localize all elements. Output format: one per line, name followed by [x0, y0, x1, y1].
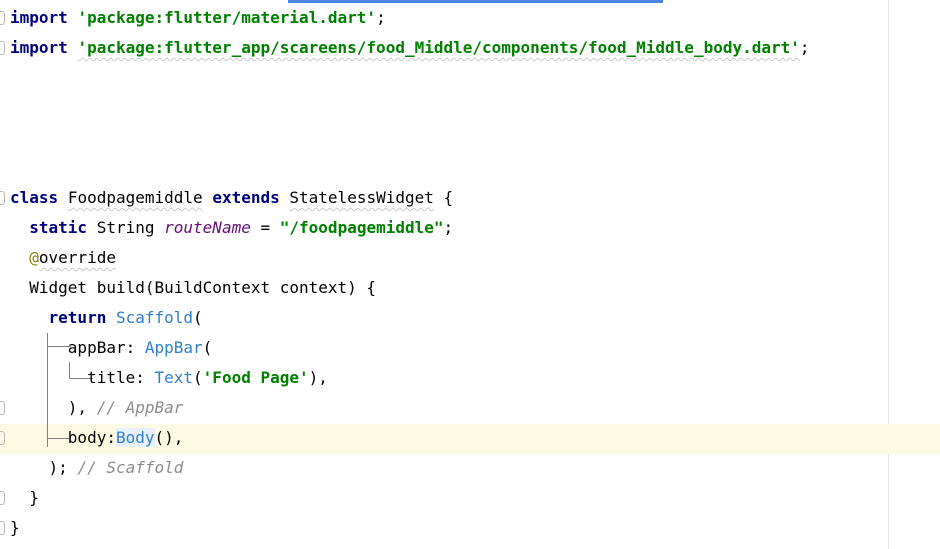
keyword-extends: extends: [212, 188, 280, 207]
open-paren: (: [193, 308, 203, 327]
code-line-body[interactable]: body:Body(),: [10, 423, 183, 453]
code-line-appbar-close[interactable]: ), // AppBar: [10, 393, 184, 423]
code-line-title[interactable]: title: Text('Food Page'),: [10, 363, 328, 393]
import-path: 'package:flutter_app/scareens/food_Middl…: [77, 38, 800, 57]
keyword-import: import: [10, 38, 68, 57]
semicolon: ;: [443, 218, 454, 237]
code-editor[interactable]: import 'package:flutter/material.dart'; …: [0, 0, 940, 549]
widget-scaffold: Scaffold: [115, 308, 194, 327]
semicolon: ;: [376, 8, 386, 27]
prop-title: title:: [87, 368, 155, 387]
code-line-import-material[interactable]: import 'package:flutter/material.dart';: [10, 3, 386, 33]
code-line-override[interactable]: @override: [10, 243, 116, 273]
close-brace: }: [29, 488, 39, 507]
fold-marker-icon[interactable]: [0, 491, 7, 505]
annotation-override: override: [38, 248, 116, 267]
import-path: 'package:flutter/material.dart': [77, 8, 377, 27]
code-line-return-scaffold[interactable]: return Scaffold(: [10, 303, 203, 333]
semicolon: ;: [799, 38, 810, 57]
prop-body: body:: [67, 428, 116, 447]
fold-marker-icon[interactable]: [0, 11, 7, 25]
code-line-class-close[interactable]: }: [10, 513, 20, 543]
code-line-class-declaration[interactable]: class Foodpagemiddle extends StatelessWi…: [10, 183, 453, 213]
route-string: "/foodpagemiddle": [279, 218, 444, 237]
code-line-route-name[interactable]: static String routeName = "/foodpagemidd…: [10, 213, 453, 243]
field-route-name: routeName: [164, 218, 251, 237]
class-name: Foodpagemiddle: [67, 188, 203, 207]
open-brace: {: [443, 188, 454, 207]
code-line-import-body[interactable]: import 'package:flutter_app/scareens/foo…: [10, 33, 810, 63]
comment-appbar: // AppBar: [96, 398, 184, 417]
code-line-build-close[interactable]: }: [10, 483, 39, 513]
parent-class: StatelessWidget: [289, 188, 434, 207]
fold-marker-icon[interactable]: [0, 401, 7, 415]
fold-marker-icon[interactable]: [0, 431, 7, 445]
close-paren: ),: [67, 398, 97, 417]
prop-appbar: appBar:: [67, 338, 145, 357]
open-paren: (: [193, 368, 203, 387]
close-paren-comma: ),: [308, 368, 328, 387]
call-parens: (),: [154, 428, 184, 447]
type-name: String: [96, 218, 155, 237]
widget-body: Body: [115, 428, 155, 447]
keyword-class: class: [10, 188, 59, 207]
close-paren: );: [48, 458, 78, 477]
widget-appbar: AppBar: [144, 338, 203, 357]
open-paren: (: [202, 338, 213, 357]
close-brace: }: [10, 518, 20, 537]
code-line-scaffold-close[interactable]: ); // Scaffold: [10, 453, 184, 483]
fold-marker-icon[interactable]: [0, 521, 7, 535]
right-margin-guide: [888, 0, 889, 549]
code-line-appbar[interactable]: appBar: AppBar(: [10, 333, 213, 363]
widget-text: Text: [154, 368, 194, 387]
keyword-import: import: [10, 8, 68, 27]
annotation-at: @: [29, 248, 39, 267]
assign-operator: =: [260, 218, 271, 237]
keyword-return: return: [48, 308, 107, 327]
title-string: 'Food Page': [202, 368, 309, 387]
comment-scaffold: // Scaffold: [77, 458, 184, 477]
build-signature: Widget build(BuildContext context) {: [29, 278, 377, 297]
keyword-static: static: [29, 218, 88, 237]
code-line-build[interactable]: Widget build(BuildContext context) {: [10, 273, 376, 303]
fold-marker-icon[interactable]: [0, 41, 7, 55]
fold-marker-icon[interactable]: [0, 191, 7, 205]
